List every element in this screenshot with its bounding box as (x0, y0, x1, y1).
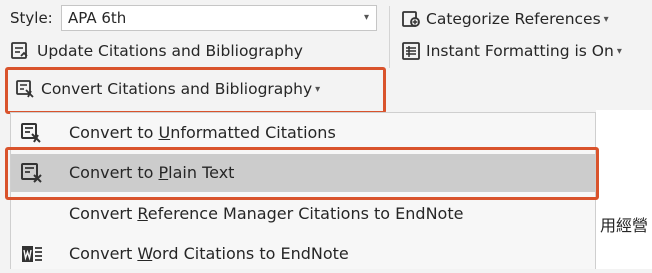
chevron-down-icon: ▾ (603, 13, 609, 25)
update-citations-icon (11, 42, 28, 59)
instant-formatting-button[interactable]: Instant Formatting is On ▾ (401, 41, 622, 61)
categorize-references-label: Categorize References (426, 10, 601, 28)
word-endnote-icon (22, 246, 42, 262)
menu-item-reference-manager[interactable]: Convert Reference Manager Citations to E… (11, 195, 595, 233)
style-select[interactable]: APA 6th ▾ (61, 5, 377, 31)
ribbon-divider (389, 6, 390, 68)
convert-button-highlight (5, 67, 386, 114)
unformatted-citations-icon (21, 123, 41, 143)
menu-item-label: Convert Reference Manager Citations to E… (69, 204, 464, 223)
document-area (596, 110, 652, 269)
chevron-down-icon: ▾ (363, 12, 369, 23)
update-citations-button[interactable]: Update Citations and Bibliography (10, 41, 303, 61)
menu-item-word-citations[interactable]: Convert Word Citations to EndNote (11, 235, 595, 273)
style-select-value: APA 6th (68, 9, 127, 27)
document-text: 用經營 (600, 216, 649, 235)
menu-item-label: Convert to Unformatted Citations (69, 123, 336, 142)
update-citations-label: Update Citations and Bibliography (37, 42, 303, 60)
categorize-references-icon (402, 11, 420, 27)
endnote-ribbon: Style: APA 6th ▾ Update Citations and Bi… (0, 0, 652, 114)
instant-formatting-label: Instant Formatting is On (426, 42, 614, 60)
style-label: Style: (10, 9, 53, 27)
chevron-down-icon: ▾ (616, 45, 622, 57)
plain-text-highlight (5, 147, 599, 200)
instant-formatting-icon (402, 42, 420, 60)
categorize-references-button[interactable]: Categorize References ▾ (401, 9, 609, 29)
menu-item-label: Convert Word Citations to EndNote (69, 244, 349, 263)
